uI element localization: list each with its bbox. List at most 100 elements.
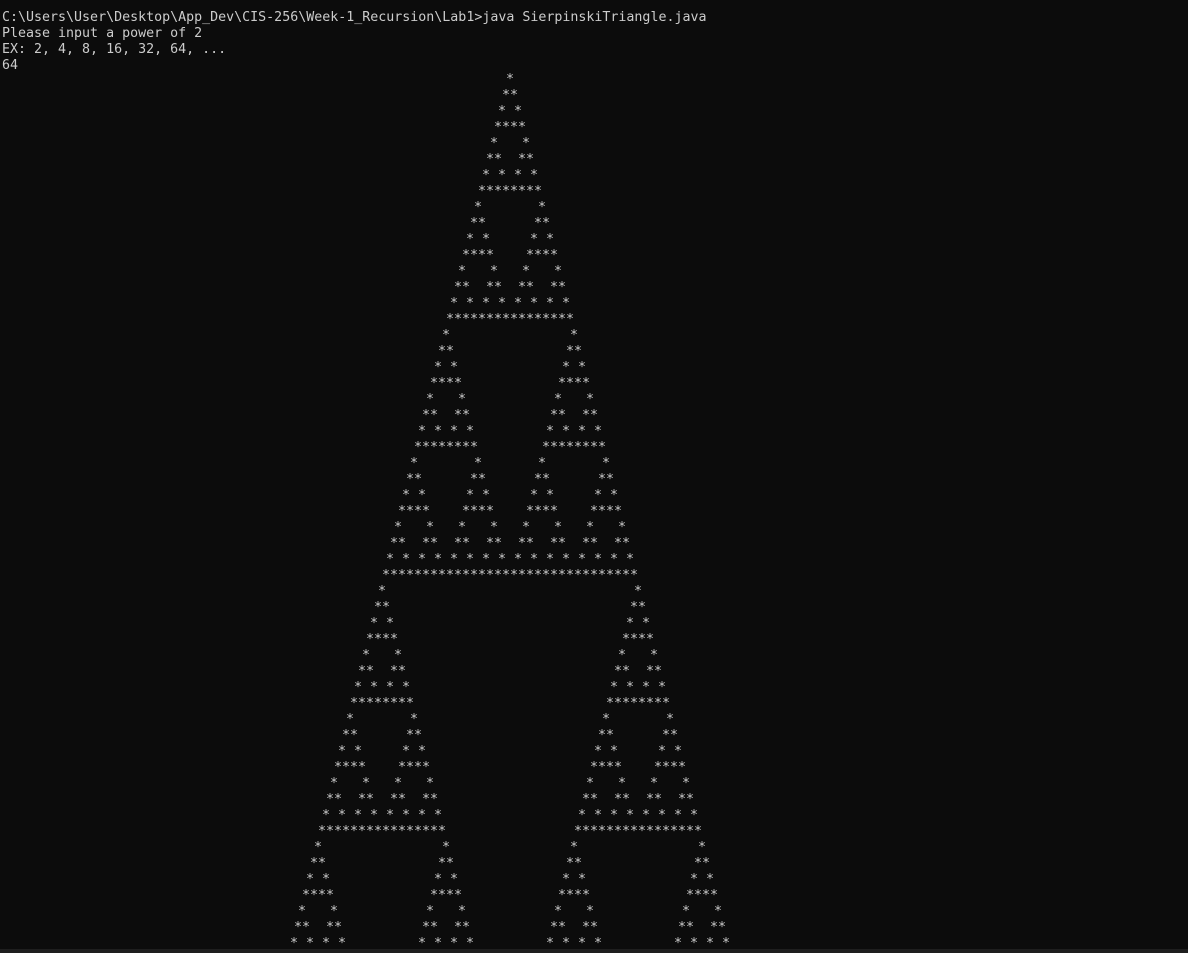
triangle-star: * [430,824,439,839]
triangle-star: * [410,712,419,727]
triangle-star: * [422,504,431,519]
triangle-star: * [686,888,695,903]
triangle-star: * [626,680,635,695]
triangle-star: * [314,840,323,855]
triangle-star: * [514,552,523,567]
triangle-star: * [490,136,499,151]
triangle-star: * [526,184,535,199]
triangle-star: * [718,920,727,935]
triangle-star: * [498,552,507,567]
triangle-star: * [614,760,623,775]
triangle-star: * [630,696,639,711]
triangle-star: * [438,856,447,871]
triangle-star: * [382,696,391,711]
triangle-star: * [418,808,427,823]
triangle-star: * [566,888,575,903]
triangle-star: * [490,264,499,279]
triangle-star: * [414,824,423,839]
triangle-star: * [426,392,435,407]
triangle-star: * [662,728,671,743]
triangle-star: * [622,632,631,647]
triangle-star: * [662,696,671,711]
triangle-star: * [550,920,559,935]
triangle-star: * [354,808,363,823]
triangle-star: * [414,440,423,455]
triangle-star: * [390,632,399,647]
triangle-star: * [686,824,695,839]
triangle-star: * [502,568,511,583]
triangle-star: * [330,904,339,919]
triangle-star: * [426,904,435,919]
triangle-star: * [626,808,635,823]
triangle-star: * [462,440,471,455]
triangle-star: * [586,904,595,919]
triangle-star: * [494,152,503,167]
triangle-star: * [486,536,495,551]
triangle-star: * [470,568,479,583]
triangle-star: * [530,552,539,567]
triangle-star: * [550,408,559,423]
triangle-star: * [510,88,519,103]
triangle-star: * [558,440,567,455]
triangle-star: * [526,248,535,263]
triangle-star: * [694,824,703,839]
triangle-star: * [382,568,391,583]
triangle-star: * [582,408,591,423]
triangle-star: * [402,552,411,567]
triangle-star: * [586,392,595,407]
triangle-star: * [434,360,443,375]
triangle-star: * [598,824,607,839]
triangle-star: * [578,424,587,439]
console-window[interactable]: C:\Users\User\Desktop\App_Dev\CIS-256\We… [0,0,1188,953]
triangle-star: * [466,424,475,439]
triangle-star: * [610,552,619,567]
triangle-star: * [590,440,599,455]
triangle-star: * [574,440,583,455]
triangle-star: * [670,760,679,775]
triangle-star: * [674,744,683,759]
triangle-star: * [630,632,639,647]
triangle-star: * [446,856,455,871]
triangle-star: * [626,616,635,631]
triangle-star: * [470,440,479,455]
triangle-star: * [622,792,631,807]
triangle-star: * [454,568,463,583]
triangle-star: * [518,152,527,167]
triangle-star: * [654,792,663,807]
triangle-star: * [414,568,423,583]
triangle-star: * [358,664,367,679]
triangle-star: * [414,728,423,743]
triangle-star: * [610,488,619,503]
triangle-star: * [538,456,547,471]
triangle-star: * [622,568,631,583]
triangle-star: * [642,808,651,823]
triangle-star: * [550,312,559,327]
triangle-star: * [582,792,591,807]
triangle-star: * [698,840,707,855]
triangle-star: * [566,344,575,359]
triangle-star: * [618,520,627,535]
triangle-star: * [606,824,615,839]
triangle-star: * [414,760,423,775]
triangle-star: * [318,888,327,903]
triangle-star: * [614,504,623,519]
triangle-star: * [330,776,339,791]
triangle-star: * [690,872,699,887]
triangle-star: * [418,552,427,567]
triangle-star: * [598,760,607,775]
triangle-star: * [570,328,579,343]
triangle-star: * [630,568,639,583]
triangle-star: * [418,488,427,503]
triangle-star: * [590,408,599,423]
triangle-star: * [366,696,375,711]
triangle-star: * [654,824,663,839]
triangle-star: * [494,568,503,583]
triangle-star: * [678,760,687,775]
triangle-star: * [494,312,503,327]
triangle-star: * [450,552,459,567]
triangle-star: * [654,696,663,711]
triangle-star: * [562,872,571,887]
triangle-star: * [370,616,379,631]
triangle-star: * [650,776,659,791]
triangle-star: * [530,488,539,503]
